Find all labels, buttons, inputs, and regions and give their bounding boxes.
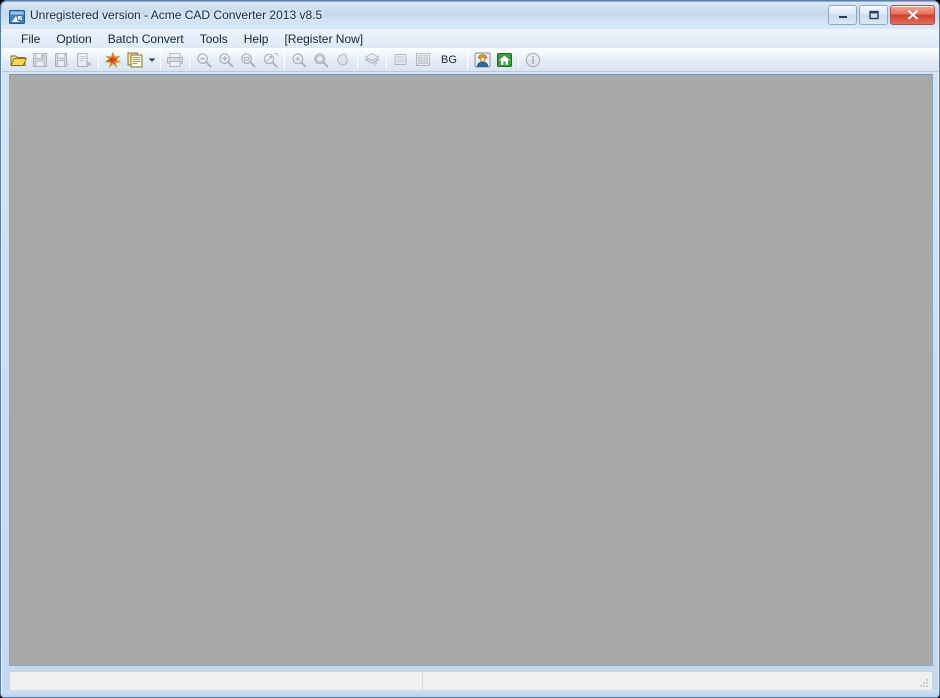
page-setup-icon[interactable] — [390, 49, 412, 71]
zoom-out-icon[interactable] — [193, 49, 215, 71]
close-button[interactable] — [890, 5, 935, 25]
menu-option[interactable]: Option — [48, 30, 99, 48]
toolbar-separator — [189, 50, 190, 69]
plot-style-icon[interactable] — [412, 49, 434, 71]
pan-icon[interactable] — [332, 49, 354, 71]
title-bar[interactable]: Unregistered version - Acme CAD Converte… — [1, 1, 939, 32]
layer-icon[interactable] — [361, 49, 383, 71]
drawing-area[interactable] — [9, 74, 933, 666]
resize-grip-icon[interactable] — [916, 675, 930, 689]
toolbar-separator — [518, 50, 519, 69]
about-icon[interactable] — [522, 49, 544, 71]
minimize-button[interactable] — [828, 5, 857, 25]
export-icon[interactable] — [73, 49, 95, 71]
status-pane-primary — [10, 672, 423, 690]
zoom-window-icon[interactable] — [237, 49, 259, 71]
status-pane-secondary — [423, 672, 932, 690]
app-icon — [9, 9, 25, 25]
zoom-in-icon[interactable] — [215, 49, 237, 71]
toolbar-separator — [284, 50, 285, 69]
chevron-down-icon[interactable] — [146, 49, 157, 71]
menu-help[interactable]: Help — [236, 30, 277, 48]
save-as-icon[interactable] — [51, 49, 73, 71]
toolbar: BG — [2, 48, 939, 72]
maximize-button[interactable] — [859, 5, 888, 25]
menu-file[interactable]: File — [13, 30, 48, 48]
print-icon[interactable] — [164, 49, 186, 71]
menu-tools[interactable]: Tools — [192, 30, 236, 48]
batch-convert-icon[interactable] — [124, 49, 146, 71]
toolbar-separator — [160, 50, 161, 69]
background-color-button[interactable]: BG — [434, 49, 464, 71]
menu-bar: File Option Batch Convert Tools Help [Re… — [2, 29, 939, 49]
canvas[interactable] — [10, 75, 932, 665]
window-title: Unregistered version - Acme CAD Converte… — [30, 8, 323, 22]
zoom-all-icon[interactable] — [310, 49, 332, 71]
window-bottom-edge — [2, 690, 939, 697]
application-window: Unregistered version - Acme CAD Converte… — [0, 0, 940, 698]
zoom-previous-icon[interactable] — [288, 49, 310, 71]
convert-icon[interactable] — [102, 49, 124, 71]
status-bar — [9, 671, 933, 691]
toolbar-separator — [357, 50, 358, 69]
menu-batch-convert[interactable]: Batch Convert — [100, 30, 192, 48]
home-icon[interactable] — [493, 49, 515, 71]
zoom-extents-icon[interactable] — [259, 49, 281, 71]
toolbar-separator — [467, 50, 468, 69]
background-color-label: BG — [441, 53, 457, 66]
toolbar-separator — [386, 50, 387, 69]
menu-register-now[interactable]: [Register Now] — [276, 30, 371, 48]
open-icon[interactable] — [7, 49, 29, 71]
user-icon[interactable] — [471, 49, 493, 71]
save-icon[interactable] — [29, 49, 51, 71]
toolbar-separator — [98, 50, 99, 69]
